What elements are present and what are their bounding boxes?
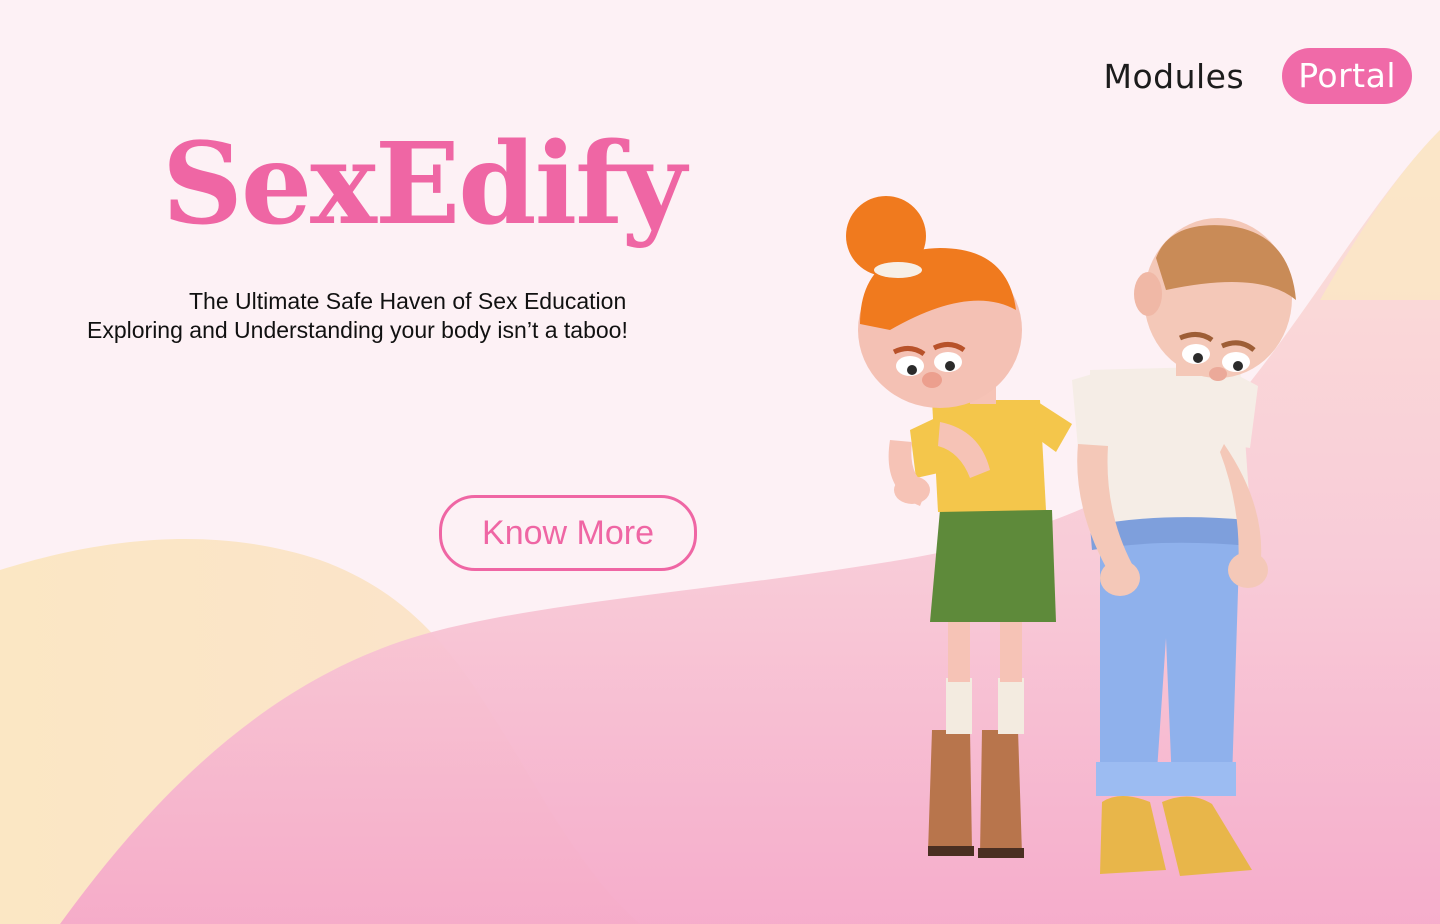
nav-modules-link[interactable]: Modules <box>1103 57 1244 96</box>
know-more-button[interactable]: Know More <box>439 495 697 571</box>
nav-portal-button[interactable]: Portal <box>1282 48 1412 104</box>
tagline-primary: The Ultimate Safe Haven of Sex Education <box>189 288 627 314</box>
tagline-secondary: Exploring and Understanding your body is… <box>87 317 628 343</box>
brand-title: SexEdify <box>162 119 686 250</box>
top-nav: Modules Portal <box>1103 48 1412 104</box>
boy-character <box>1072 218 1296 876</box>
girl-character <box>846 196 1072 858</box>
two-characters-illustration <box>846 196 1296 876</box>
